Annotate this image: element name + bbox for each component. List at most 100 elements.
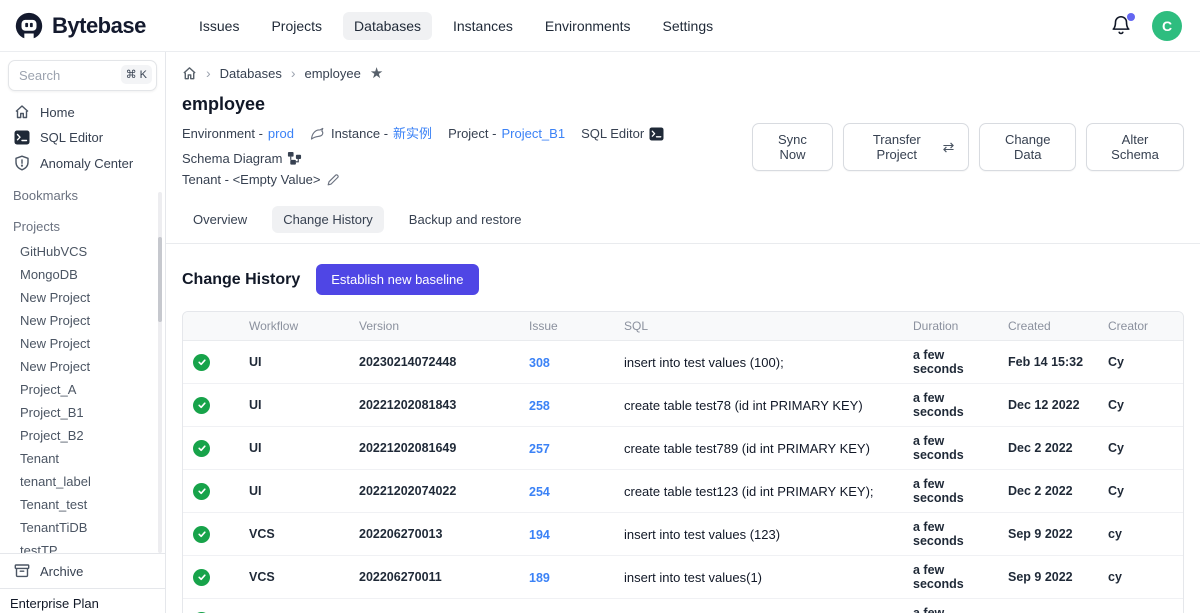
sidebar-project-item[interactable]: New Project xyxy=(0,286,165,309)
creator-cell: Cy xyxy=(1098,384,1183,427)
action-button-label: Alter Schema xyxy=(1101,132,1169,162)
brand-logo[interactable]: Bytebase xyxy=(14,11,172,41)
sidebar-project-item[interactable]: TenantTiDB xyxy=(0,516,165,539)
action-button[interactable]: Change Data xyxy=(979,123,1076,171)
created-cell: Dec 2 2022 xyxy=(998,470,1098,513)
sidebar-item-home[interactable]: Home xyxy=(0,99,165,125)
sidebar-project-item[interactable]: Project_A xyxy=(0,378,165,401)
sidebar-project-list: GitHubVCS MongoDB New Project New Projec… xyxy=(0,238,165,553)
sql-editor-label: SQL Editor xyxy=(581,123,644,144)
issue-link[interactable]: 189 xyxy=(529,571,550,585)
sql-cell: create table test789 (id int PRIMARY KEY… xyxy=(614,427,903,470)
issue-cell: 189 xyxy=(519,556,614,599)
table-row[interactable]: VCS 202206270013 194 insert into test va… xyxy=(183,513,1183,556)
edit-pencil-icon[interactable] xyxy=(326,173,340,187)
table-row[interactable]: UI 20221202074022 254 create table test1… xyxy=(183,470,1183,513)
issue-link[interactable]: 258 xyxy=(529,399,550,413)
success-check-icon xyxy=(193,483,210,500)
creator-cell: cy xyxy=(1098,599,1183,613)
table-row[interactable]: UI 20221202081649 257 create table test7… xyxy=(183,427,1183,470)
action-button-label: Change Data xyxy=(994,132,1061,162)
duration-cell: a few seconds xyxy=(903,384,998,427)
nav-item[interactable]: Databases xyxy=(343,12,432,40)
sidebar-scrollbar-thumb[interactable] xyxy=(158,237,162,322)
sql-cell: create table test78 (id int PRIMARY KEY) xyxy=(614,384,903,427)
sidebar-item-sql-editor[interactable]: SQL Editor xyxy=(0,125,165,150)
tab[interactable]: Change History xyxy=(272,206,384,233)
breadcrumb-databases[interactable]: Databases xyxy=(220,66,282,81)
action-button[interactable]: Transfer Project ⇄ xyxy=(843,123,969,171)
tab[interactable]: Overview xyxy=(182,206,258,233)
success-check-icon xyxy=(193,354,210,371)
tab[interactable]: Backup and restore xyxy=(398,206,533,233)
sql-editor-link[interactable]: SQL Editor xyxy=(581,123,664,144)
project-link[interactable]: Project_B1 xyxy=(501,123,565,144)
sidebar-project-item[interactable]: New Project xyxy=(0,309,165,332)
user-avatar[interactable]: C xyxy=(1152,11,1182,41)
sidebar-project-item[interactable]: GitHubVCS xyxy=(0,240,165,263)
project-label: Project - xyxy=(448,123,496,144)
table-row[interactable]: VCS 202206270011 189 insert into test va… xyxy=(183,556,1183,599)
sidebar-item-anomaly-center[interactable]: Anomaly Center xyxy=(0,150,165,176)
created-cell: Dec 12 2022 xyxy=(998,384,1098,427)
issue-link[interactable]: 194 xyxy=(529,528,550,542)
nav-item[interactable]: Settings xyxy=(652,12,725,40)
duration-cell: a few seconds xyxy=(903,556,998,599)
column-header: SQL xyxy=(614,312,903,341)
version-cell: 20230214072448 xyxy=(349,341,519,384)
sidebar-project-item[interactable]: Project_B2 xyxy=(0,424,165,447)
breadcrumb-entity[interactable]: employee xyxy=(305,66,361,81)
sidebar-item-label: Home xyxy=(40,105,75,120)
issue-cell: 258 xyxy=(519,384,614,427)
nav-item[interactable]: Projects xyxy=(260,12,333,40)
table-row[interactable]: UI 20221202081843 258 create table test7… xyxy=(183,384,1183,427)
brand-name: Bytebase xyxy=(52,13,146,39)
schema-diagram-link[interactable]: Schema Diagram xyxy=(182,148,302,169)
column-header: Workflow xyxy=(239,312,349,341)
nav-item[interactable]: Issues xyxy=(188,12,250,40)
sidebar-item-archive[interactable]: Archive xyxy=(0,553,165,588)
sidebar-project-item[interactable]: tenant_label xyxy=(0,470,165,493)
workflow-cell: UI xyxy=(239,341,349,384)
sidebar-project-item[interactable]: Project_B1 xyxy=(0,401,165,424)
success-check-icon xyxy=(193,526,210,543)
issue-link[interactable]: 254 xyxy=(529,485,550,499)
created-cell: Sep 9 2022 xyxy=(998,599,1098,613)
status-cell xyxy=(183,427,239,470)
bookmark-star-icon[interactable]: ★ xyxy=(370,64,383,82)
duration-cell: a few seconds xyxy=(903,427,998,470)
issue-cell: 257 xyxy=(519,427,614,470)
establish-baseline-button[interactable]: Establish new baseline xyxy=(316,264,478,295)
notification-bell-icon[interactable] xyxy=(1110,14,1134,38)
sidebar-project-item[interactable]: Tenant xyxy=(0,447,165,470)
sidebar-scrollbar-track xyxy=(158,192,162,553)
version-cell: 20221202074022 xyxy=(349,470,519,513)
instance-link[interactable]: 新实例 xyxy=(393,123,432,144)
sidebar-project-item[interactable]: MongoDB xyxy=(0,263,165,286)
main-content: › Databases › employee ★ employee Enviro… xyxy=(166,52,1200,613)
nav-item[interactable]: Instances xyxy=(442,12,524,40)
table-row[interactable]: UI 20230214072448 308 insert into test v… xyxy=(183,341,1183,384)
home-icon[interactable] xyxy=(182,66,197,81)
environment-link[interactable]: prod xyxy=(268,123,294,144)
issue-link[interactable]: 257 xyxy=(529,442,550,456)
terminal-icon xyxy=(14,130,30,145)
version-cell: 202206270010 xyxy=(349,599,519,613)
instance-label: Instance - xyxy=(331,123,388,144)
sidebar-project-item[interactable]: New Project xyxy=(0,355,165,378)
workflow-cell: VCS xyxy=(239,513,349,556)
issue-link[interactable]: 308 xyxy=(529,356,550,370)
issue-cell: 188 xyxy=(519,599,614,613)
action-button[interactable]: Alter Schema xyxy=(1086,123,1184,171)
environment-label: Environment - xyxy=(182,123,263,144)
table-row[interactable]: VCS 202206270010 188 insert into test va… xyxy=(183,599,1183,613)
sidebar-project-item[interactable]: New Project xyxy=(0,332,165,355)
bytebase-logo-icon xyxy=(14,11,44,41)
nav-item[interactable]: Environments xyxy=(534,12,642,40)
action-button[interactable]: Sync Now xyxy=(752,123,833,171)
sidebar-project-item[interactable]: Tenant_test xyxy=(0,493,165,516)
projects-section-label: Projects xyxy=(0,207,165,238)
tenant-label: Tenant - <Empty Value> xyxy=(182,169,321,190)
plan-label: Enterprise Plan xyxy=(0,588,165,613)
sidebar-project-item[interactable]: testTP xyxy=(0,539,165,553)
